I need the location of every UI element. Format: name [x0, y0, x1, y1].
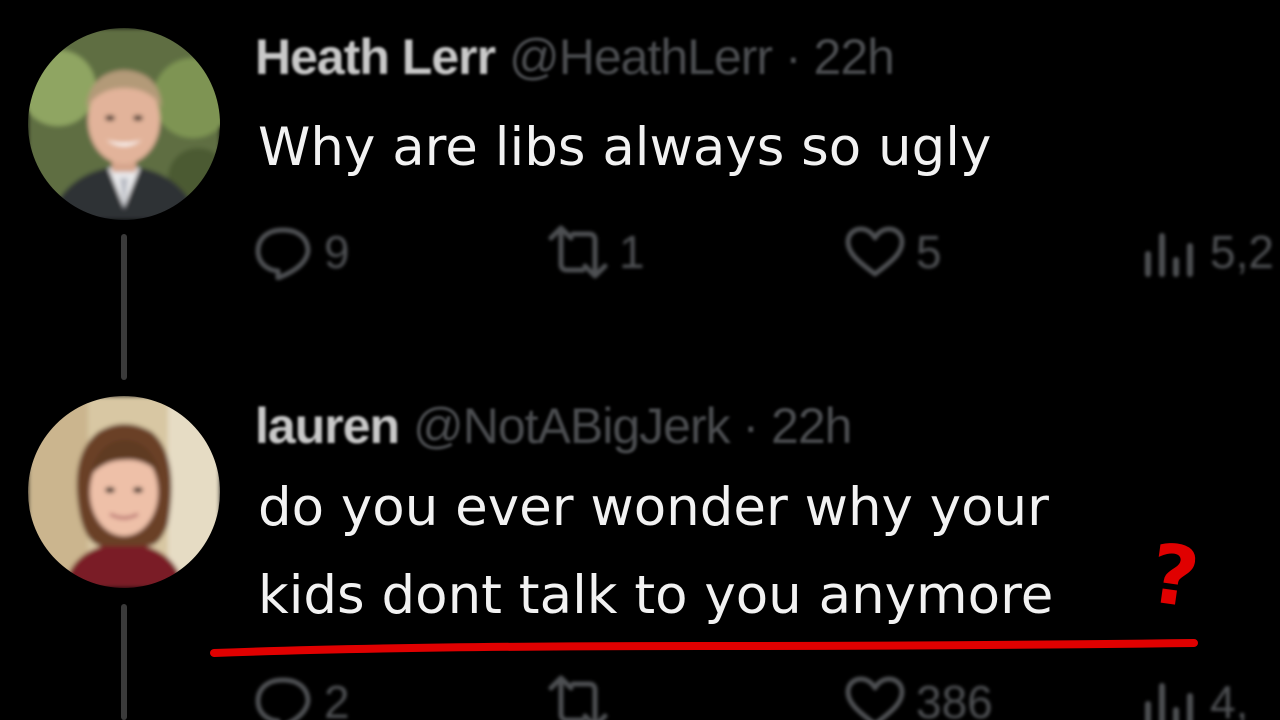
- retweet-button[interactable]: 1: [545, 222, 645, 282]
- speech-bubble-icon: [255, 677, 311, 720]
- bar-chart-icon: [1145, 233, 1193, 277]
- retweet-button[interactable]: [545, 672, 619, 720]
- tweet-header: lauren @NotABigJerk · 22h: [255, 396, 852, 456]
- bar-chart-icon: [1145, 683, 1193, 720]
- red-underline-stroke: [210, 639, 1198, 657]
- display-name[interactable]: lauren: [255, 398, 400, 454]
- user-handle[interactable]: @HeathLerr: [509, 29, 773, 85]
- thread-connector-line: [121, 234, 127, 380]
- meta-separator: ·: [729, 398, 772, 454]
- retweet-arrows-icon: [548, 225, 608, 279]
- view-count: 4,: [1210, 676, 1249, 720]
- thread-connector-line: [121, 604, 127, 720]
- meta-separator: ·: [772, 29, 814, 85]
- like-count: 5: [916, 226, 942, 278]
- views-button[interactable]: 5,2: [1136, 222, 1274, 282]
- tweet-text-line: do you ever wonder why your: [258, 477, 1049, 538]
- avatar-photo-woman: [28, 396, 220, 588]
- retweet-arrows-icon: [548, 675, 608, 720]
- tweet-action-bar: 9 1 5 5,2: [250, 222, 1280, 282]
- tweet-text-line: Why are libs always so ugly: [258, 117, 992, 178]
- avatar[interactable]: [28, 28, 220, 220]
- like-count: 386: [916, 676, 993, 720]
- tweet-text: do you ever wonder why your kids dont ta…: [258, 464, 1053, 640]
- display-name[interactable]: Heath Lerr: [255, 29, 496, 85]
- tweet-action-bar: 2 386 4,: [250, 672, 1280, 720]
- heart-icon: [845, 676, 905, 720]
- retweet-count: 1: [619, 226, 645, 278]
- tweet-text: Why are libs always so ugly: [258, 104, 991, 192]
- avatar-photo-man: [28, 28, 220, 220]
- like-button[interactable]: 5: [842, 222, 942, 282]
- tweet-text-line: kids dont talk to you anymore: [258, 565, 1054, 626]
- views-button[interactable]: 4,: [1136, 672, 1248, 720]
- speech-bubble-icon: [255, 227, 311, 280]
- reply-button[interactable]: 2: [250, 672, 350, 720]
- user-handle[interactable]: @NotABigJerk: [413, 398, 731, 454]
- tweet-timestamp[interactable]: 22h: [771, 398, 852, 454]
- reply-button[interactable]: 9: [250, 222, 350, 282]
- heart-icon: [845, 226, 905, 277]
- reply-count: 9: [324, 226, 350, 278]
- like-button[interactable]: 386: [842, 672, 993, 720]
- reply-count: 2: [324, 676, 350, 720]
- view-count: 5,2: [1210, 226, 1274, 278]
- avatar[interactable]: [28, 396, 220, 588]
- tweet-header: Heath Lerr @HeathLerr · 22h: [255, 27, 895, 87]
- tweet-timestamp[interactable]: 22h: [814, 29, 895, 85]
- red-question-mark: ?: [1144, 526, 1204, 627]
